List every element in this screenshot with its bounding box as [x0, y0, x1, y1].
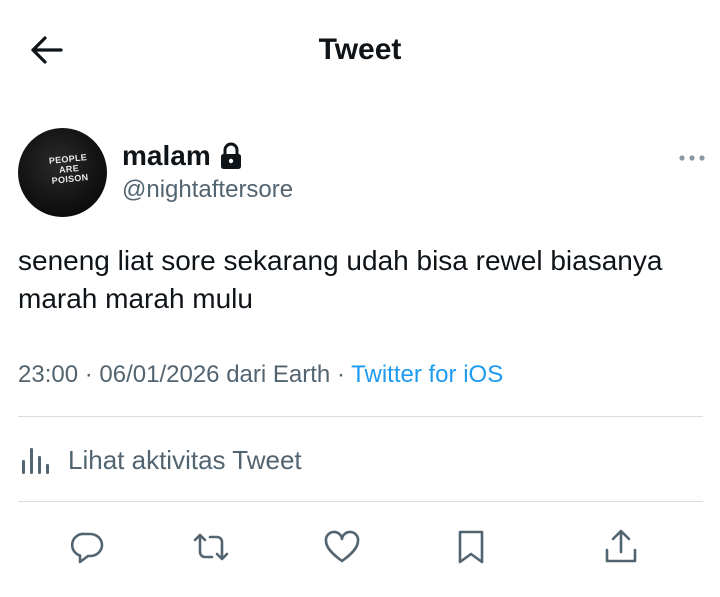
tweet-date[interactable]: 06/01/2026	[99, 361, 219, 388]
tweet-location: dari Earth	[226, 361, 331, 388]
tweet-actions-bar	[0, 523, 720, 571]
lock-icon	[219, 142, 243, 170]
analytics-bar-icon	[22, 448, 49, 474]
retweet-button[interactable]	[187, 523, 235, 571]
more-dots-icon	[679, 155, 705, 161]
view-activity-button[interactable]: Lihat aktivitas Tweet	[18, 440, 302, 480]
tweet-text: seneng liat sore sekarang udah bisa rewe…	[18, 245, 663, 314]
divider	[18, 416, 703, 417]
heart-icon	[324, 530, 360, 563]
more-options-button[interactable]	[674, 148, 710, 168]
tweet-time[interactable]: 23:00	[18, 361, 78, 388]
reply-button[interactable]	[63, 523, 111, 571]
like-button[interactable]	[318, 523, 366, 571]
avatar[interactable]: PEOPLE ARE POISON	[18, 128, 107, 217]
share-icon	[605, 529, 637, 563]
share-button[interactable]	[597, 523, 645, 571]
meta-separator: ·	[336, 361, 345, 388]
page-title: Tweet	[318, 33, 402, 66]
display-name[interactable]: malam	[122, 138, 211, 174]
top-bar: Tweet	[0, 0, 720, 100]
meta-separator: ·	[84, 361, 93, 388]
bookmark-button[interactable]	[447, 523, 495, 571]
author-name-row: malam	[122, 138, 243, 174]
user-handle[interactable]: @nightaftersore	[122, 174, 293, 206]
retweet-icon	[193, 533, 229, 561]
avatar-image-text: PEOPLE ARE POISON	[48, 152, 89, 186]
reply-icon	[70, 532, 104, 564]
bookmark-icon	[458, 530, 484, 564]
view-activity-label: Lihat aktivitas Tweet	[68, 445, 302, 475]
tweet-meta: 23:00 · 06/01/2026 dari Earth · Twitter …	[18, 358, 503, 392]
divider	[18, 501, 703, 502]
tweet-source-link[interactable]: Twitter for iOS	[351, 361, 503, 388]
